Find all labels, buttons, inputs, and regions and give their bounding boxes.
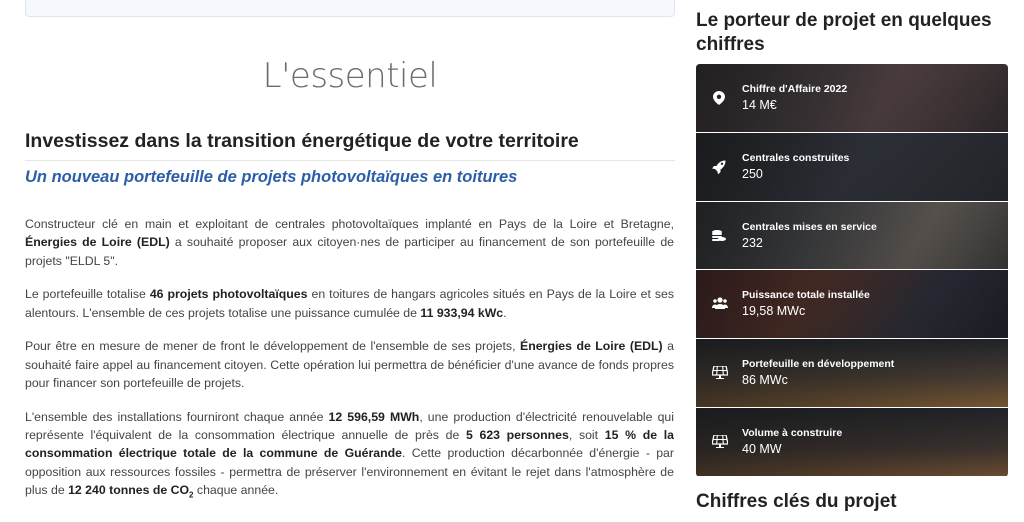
- section-tagline: Un nouveau portefeuille de projets photo…: [25, 168, 518, 186]
- paragraph-3: Pour être en mesure de mener de front le…: [25, 339, 674, 391]
- coins-icon: [712, 229, 726, 243]
- section-subtitle: Investissez dans la transition énergétiq…: [25, 130, 579, 152]
- stat-card-commissioned: Centrales mises en service 232: [696, 201, 1008, 271]
- stat-label: Puissance totale installée: [742, 289, 870, 302]
- users-icon: [712, 297, 728, 311]
- divider: [25, 160, 675, 161]
- stat-value: 232: [742, 235, 763, 250]
- solar-panel-icon: [711, 434, 729, 449]
- stat-label: Centrales construites: [742, 151, 850, 164]
- stat-label: Volume à construire: [742, 426, 843, 439]
- stat-card-portfolio: Portefeuille en développement 86 MWc: [696, 339, 1008, 408]
- paragraph-1: Constructeur clé en main et exploitant d…: [25, 217, 674, 268]
- page-title: L'essentiel: [262, 56, 438, 96]
- map-pin-icon: [712, 91, 726, 105]
- paragraph-4: L'ensemble des installations fourniront …: [25, 409, 674, 500]
- stat-value: 19,58 MWc: [742, 304, 806, 319]
- stat-card-revenue: Chiffre d'Affaire 2022 14 M€: [696, 64, 1008, 133]
- stat-card-volume: Volume à construire 40 MW: [696, 407, 1008, 477]
- description-text: Constructeur clé en main et exploitant d…: [25, 215, 674, 520]
- stat-value: 40 MW: [742, 441, 782, 456]
- stat-label: Portefeuille en développement: [742, 358, 895, 371]
- stats-panel: Chiffre d'Affaire 2022 14 M€ Centrales c…: [696, 64, 1008, 477]
- stat-card-built: Centrales construites 250: [696, 132, 1008, 202]
- top-info-box: [25, 0, 675, 17]
- paragraph-2: Le portefeuille totalise 46 projets phot…: [25, 287, 675, 320]
- stat-label: Centrales mises en service: [742, 220, 877, 233]
- solar-panel-icon: [711, 365, 729, 380]
- rocket-icon: [712, 160, 726, 175]
- stat-label: Chiffre d'Affaire 2022: [742, 83, 848, 95]
- project-figures-title: Chiffres clés du projet: [696, 491, 897, 512]
- stat-value: 250: [742, 166, 763, 181]
- stat-card-power: Puissance totale installée 19,58 MWc: [696, 270, 1008, 340]
- sidebar-title: Le porteur de projet en quelques chiffre…: [696, 10, 992, 55]
- stat-value: 14 M€: [742, 98, 777, 112]
- stat-value: 86 MWc: [742, 373, 788, 388]
